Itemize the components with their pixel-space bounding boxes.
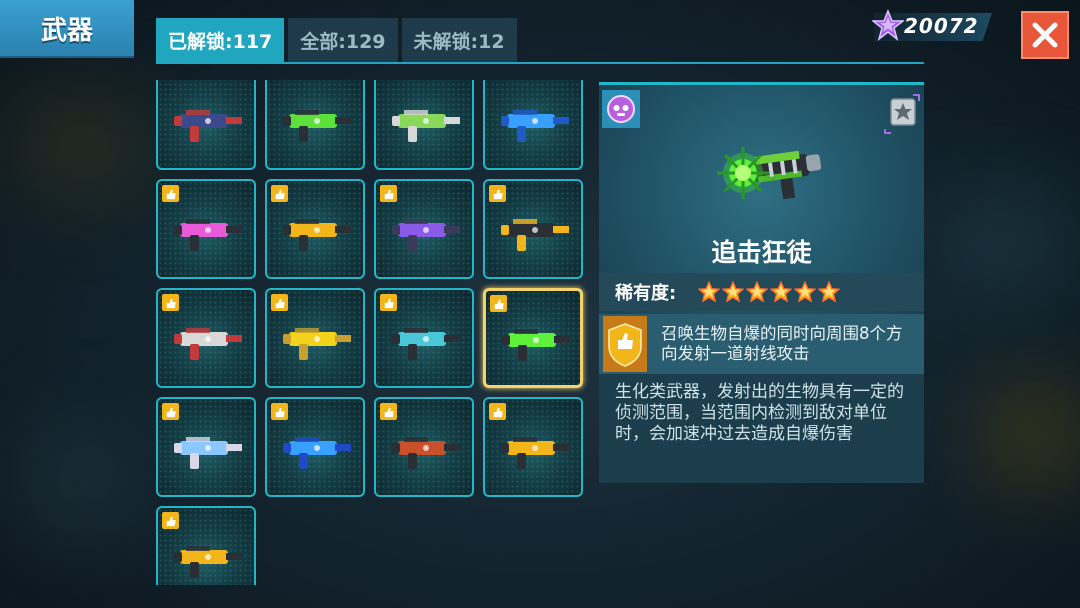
thumbs-up-icon — [380, 185, 397, 202]
weapon-slot[interactable] — [156, 506, 256, 585]
weapon-detail-panel: 追击狂徒 稀有度: 召唤生物自爆的同时向周围8个方向发射一道射线攻击 生化类武器… — [599, 82, 924, 483]
weapon-slot[interactable] — [483, 288, 583, 388]
bio-launcher-image — [717, 147, 822, 200]
thumbs-up-icon — [162, 512, 179, 529]
close-button[interactable] — [1021, 11, 1069, 59]
weapon-slot[interactable] — [374, 397, 474, 497]
weapon-name: 追击狂徒 — [711, 238, 812, 267]
skill-description: 召唤生物自爆的同时向周围8个方向发射一道射线攻击 — [661, 324, 903, 363]
star-rank-icon — [884, 94, 920, 134]
weapon-slot[interactable] — [156, 179, 256, 279]
weapon-slot[interactable] — [374, 80, 474, 170]
rarity-star-icon — [746, 281, 769, 303]
purple-star-icon — [872, 9, 904, 41]
rarity-stars — [698, 281, 841, 303]
shield-badge-icon — [603, 316, 647, 372]
weapon-slot[interactable] — [156, 397, 256, 497]
weapon-slot[interactable] — [374, 179, 474, 279]
page-title: 武器 — [0, 0, 134, 58]
currency-value: 20072 — [904, 14, 979, 38]
bio-type-icon — [602, 90, 640, 128]
weapon-bio-launcher-icon — [498, 313, 574, 369]
weapon-gold-disc-gun-icon — [279, 312, 355, 368]
rarity-star-icon — [698, 281, 721, 303]
weapon-green-rifle-icon — [388, 94, 464, 150]
thumbs-up-icon — [489, 403, 506, 420]
thumbs-up-icon — [162, 185, 179, 202]
tab-underline — [156, 62, 924, 64]
filter-tabs: 已解锁:117 全部:129 未解锁:12 — [156, 18, 517, 62]
rarity-star-icon — [722, 281, 745, 303]
weapon-description: 生化类武器，发射出的生物具有一定的侦测范围，当范围内检测到敌对单位时，会加速冲过… — [599, 374, 924, 483]
tab-unlocked[interactable]: 已解锁:117 — [156, 18, 285, 62]
weapon-duck-blaster-icon — [170, 421, 246, 477]
weapon-dark-blaster-icon — [170, 94, 246, 150]
weapon-slot[interactable] — [265, 179, 365, 279]
thumbs-up-icon — [490, 295, 507, 312]
thumbs-up-icon — [380, 294, 397, 311]
weapon-blue-orb-gun-icon — [279, 421, 355, 477]
weapon-green-cannon-icon — [279, 94, 355, 150]
close-icon — [1032, 22, 1058, 48]
weapon-pink-pistol-icon — [170, 203, 246, 259]
weapon-drill-cannon-icon — [170, 312, 246, 368]
weapon-purple-blaster-icon — [388, 203, 464, 259]
rarity-row: 稀有度: — [599, 273, 924, 311]
weapon-rocket-launcher-icon — [388, 421, 464, 477]
weapon-slot[interactable] — [374, 288, 474, 388]
tab-all[interactable]: 全部:129 — [288, 18, 398, 62]
weapon-grid-viewport[interactable] — [150, 80, 590, 585]
rarity-star-icon — [818, 281, 841, 303]
weapon-spiked-mace-icon — [170, 530, 246, 585]
weapon-gold-staff-icon — [279, 203, 355, 259]
skill-row: 召唤生物自爆的同时向周围8个方向发射一道射线攻击 — [599, 314, 924, 374]
tab-locked[interactable]: 未解锁:12 — [401, 18, 517, 62]
weapon-slot[interactable] — [483, 397, 583, 497]
weapon-slot[interactable] — [265, 397, 365, 497]
thumbs-up-icon — [271, 403, 288, 420]
thumbs-up-icon — [162, 403, 179, 420]
weapon-grid — [156, 80, 583, 585]
thumbs-up-icon — [271, 294, 288, 311]
detail-header: 追击狂徒 稀有度: — [599, 85, 924, 349]
weapon-slot[interactable] — [483, 80, 583, 170]
thumbs-up-icon — [489, 185, 506, 202]
weapon-gold-smg-icon — [497, 421, 573, 477]
thumbs-up-icon — [380, 403, 397, 420]
thumbs-up-icon — [271, 185, 288, 202]
weapon-slot[interactable] — [483, 179, 583, 279]
thumbs-up-icon — [162, 294, 179, 311]
rarity-label: 稀有度: — [615, 283, 677, 304]
rarity-star-icon — [770, 281, 793, 303]
rarity-star-icon — [794, 281, 817, 303]
weapon-gatling-gun-icon — [497, 203, 573, 259]
weapon-slot[interactable] — [156, 80, 256, 170]
weapon-blue-laser-icon — [497, 94, 573, 150]
weapon-slot[interactable] — [265, 288, 365, 388]
weapon-crossbow-icon — [388, 312, 464, 368]
weapon-slot[interactable] — [156, 288, 256, 388]
weapon-slot[interactable] — [265, 80, 365, 170]
